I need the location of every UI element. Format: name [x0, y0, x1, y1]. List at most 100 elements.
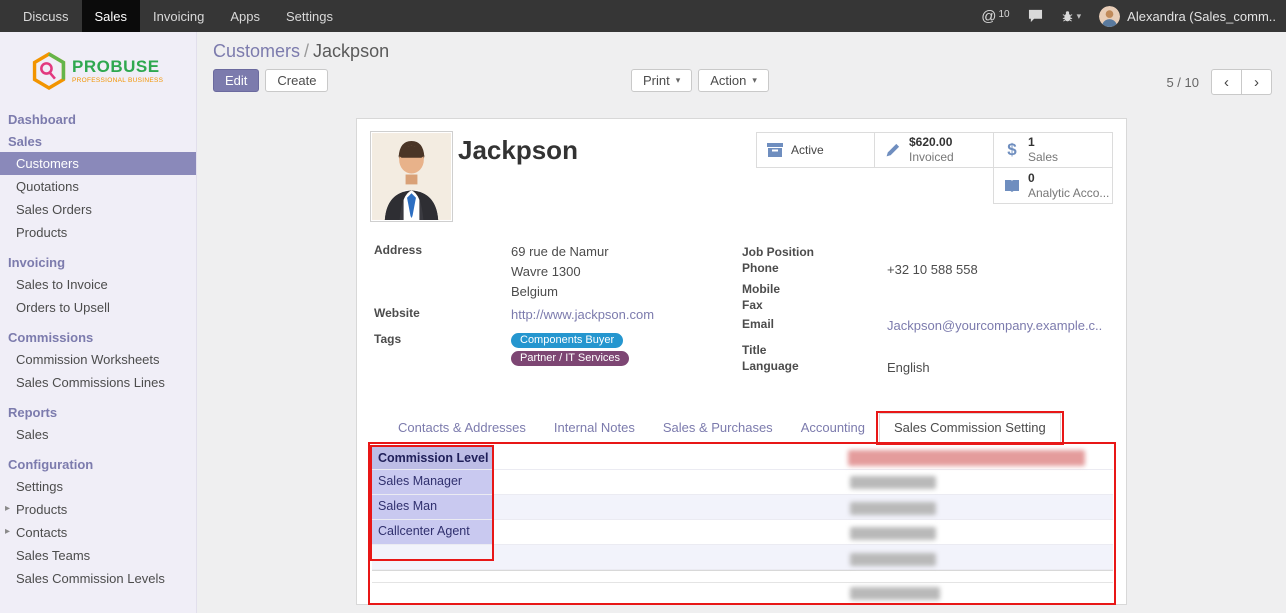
- topbar-right: @ 10 Alexandra (Sales_comm..: [981, 0, 1286, 32]
- cell-value: [493, 495, 1113, 519]
- debug-menu-button[interactable]: [1061, 10, 1082, 23]
- edit-button[interactable]: Edit: [213, 69, 259, 92]
- redacted-header-value: [848, 450, 1085, 466]
- pager-previous-button[interactable]: [1211, 69, 1242, 95]
- tag-components-buyer: Components Buyer: [511, 333, 623, 348]
- tab-sales-commission-setting[interactable]: Sales Commission Setting: [879, 413, 1061, 443]
- pager-value[interactable]: 5 / 10: [1166, 75, 1199, 90]
- language-label: Language: [742, 359, 799, 373]
- table-footer-gap: [372, 570, 1113, 582]
- email-label: Email: [742, 317, 774, 331]
- record-title: Jackpson: [458, 135, 578, 166]
- sidebar-item-config-contacts[interactable]: ▸ Contacts: [0, 521, 196, 544]
- action-buttons: Print Action: [631, 69, 769, 92]
- user-menu[interactable]: Alexandra (Sales_comm..: [1099, 6, 1276, 27]
- menu-apps[interactable]: Apps: [217, 0, 273, 32]
- sidebar-item-sales-commissions-lines[interactable]: Sales Commissions Lines: [0, 371, 196, 394]
- website-link[interactable]: http://www.jackpson.com: [511, 307, 654, 322]
- form-buttons: Edit Create: [213, 69, 328, 92]
- chevron-right-icon: ▸: [5, 526, 10, 537]
- messages-button[interactable]: [1028, 9, 1043, 23]
- dollar-icon: $: [1003, 140, 1021, 160]
- menu-sales[interactable]: Sales: [82, 0, 141, 32]
- action-dropdown-button[interactable]: Action: [698, 69, 769, 92]
- chevron-right-icon: ▸: [5, 503, 10, 514]
- title-label: Title: [742, 343, 766, 357]
- user-name: Alexandra (Sales_comm..: [1127, 9, 1276, 24]
- stat-label: Sales: [1028, 150, 1058, 165]
- print-dropdown-button[interactable]: Print: [631, 69, 692, 92]
- sidebar-item-invoicing[interactable]: Invoicing: [0, 251, 196, 273]
- sidebar-item-sales[interactable]: Sales: [0, 130, 196, 152]
- stat-buttons: Active $620.00 Invoiced $ 1 Sales: [756, 132, 1113, 204]
- archive-icon: [766, 143, 784, 157]
- redacted-value: [850, 502, 936, 515]
- sidebar-item-sales-teams[interactable]: Sales Teams: [0, 544, 196, 567]
- sidebar-item-products[interactable]: Products: [0, 221, 196, 244]
- sidebar-item-sales-orders[interactable]: Sales Orders: [0, 198, 196, 221]
- main-content: Customers/ Jackpson Edit Create Print Act…: [197, 32, 1286, 613]
- sidebar-item-dashboard[interactable]: Dashboard: [0, 108, 196, 130]
- tab-internal-notes[interactable]: Internal Notes: [540, 413, 649, 442]
- cell-commission-level: [372, 545, 493, 569]
- language-value: English: [887, 360, 930, 375]
- cell-commission-level: Callcenter Agent: [372, 520, 493, 544]
- redacted-value: [850, 476, 936, 489]
- sidebar-item-commissions[interactable]: Commissions: [0, 326, 196, 348]
- table-row-callcenter-agent[interactable]: Callcenter Agent: [372, 520, 1113, 545]
- redacted-value: [850, 553, 936, 566]
- email-link[interactable]: Jackpson@yourcompany.example.c..: [887, 318, 1102, 333]
- sidebar-item-customers[interactable]: Customers: [0, 152, 196, 175]
- sidebar-item-reports[interactable]: Reports: [0, 401, 196, 423]
- invoiced-stat-button[interactable]: $620.00 Invoiced: [874, 132, 994, 168]
- table-row-sales-manager[interactable]: Sales Manager: [372, 470, 1113, 495]
- businessman-avatar-image: [372, 133, 451, 220]
- sidebar-item-configuration[interactable]: Configuration: [0, 453, 196, 475]
- logo-subtitle: PROFESSIONAL BUSINESS: [72, 77, 163, 84]
- menu-settings[interactable]: Settings: [273, 0, 346, 32]
- chat-bubble-icon: [1028, 9, 1043, 23]
- table-row-empty[interactable]: [372, 545, 1113, 570]
- menu-discuss[interactable]: Discuss: [10, 0, 82, 32]
- sidebar-item-commission-worksheets[interactable]: Commission Worksheets: [0, 348, 196, 371]
- tab-accounting[interactable]: Accounting: [787, 413, 879, 442]
- address-line1: 69 rue de Namur: [511, 244, 609, 259]
- tab-contacts-addresses[interactable]: Contacts & Addresses: [384, 413, 540, 442]
- sidebar-item-orders-to-upsell[interactable]: Orders to Upsell: [0, 296, 196, 319]
- user-avatar: [1099, 6, 1120, 27]
- sidebar-item-quotations[interactable]: Quotations: [0, 175, 196, 198]
- table-row-sales-man[interactable]: Sales Man: [372, 495, 1113, 520]
- pager-next-button[interactable]: [1241, 69, 1272, 95]
- app-menu-bar: Discuss Sales Invoicing Apps Settings: [0, 0, 346, 32]
- active-stat-button[interactable]: Active: [756, 132, 875, 168]
- sales-stat-button[interactable]: $ 1 Sales: [993, 132, 1113, 168]
- phone-value: +32 10 588 558: [887, 262, 978, 277]
- at-icon: @: [981, 9, 996, 24]
- column-header-commission-level[interactable]: Commission Level: [372, 447, 493, 469]
- create-button[interactable]: Create: [265, 69, 328, 92]
- notebook-tabs: Contacts & Addresses Internal Notes Sale…: [372, 413, 1113, 443]
- breadcrumb-customers-link[interactable]: Customers: [213, 41, 300, 61]
- sidebar-item-sales-to-invoice[interactable]: Sales to Invoice: [0, 273, 196, 296]
- company-logo[interactable]: PROBUSE PROFESSIONAL BUSINESS: [0, 32, 196, 102]
- mentions-button[interactable]: @ 10: [981, 9, 1009, 24]
- breadcrumb-separator: /: [304, 41, 309, 61]
- redacted-value: [850, 587, 940, 600]
- logo-title: PROBUSE: [72, 58, 163, 75]
- sidebar-item-label: Contacts: [16, 525, 67, 540]
- redacted-value: [850, 527, 936, 540]
- top-navbar: Discuss Sales Invoicing Apps Settings @ …: [0, 0, 1286, 32]
- menu-invoicing[interactable]: Invoicing: [140, 0, 217, 32]
- sidebar-item-reports-sales[interactable]: Sales: [0, 423, 196, 446]
- sidebar-item-config-products[interactable]: ▸ Products: [0, 498, 196, 521]
- analytic-accounts-stat-button[interactable]: 0 Analytic Acco...: [993, 167, 1113, 204]
- logo-hexagon-icon: [32, 52, 66, 90]
- ledger-icon: [1003, 179, 1021, 193]
- cell-commission-level: Sales Manager: [372, 470, 493, 494]
- sidebar-item-config-settings[interactable]: Settings: [0, 475, 196, 498]
- stat-value: 0: [1028, 171, 1109, 186]
- job-position-label: Job Position: [742, 245, 814, 259]
- sidebar-item-sales-commission-levels[interactable]: Sales Commission Levels: [0, 567, 196, 590]
- tab-sales-purchases[interactable]: Sales & Purchases: [649, 413, 787, 442]
- customer-photo[interactable]: [370, 131, 453, 222]
